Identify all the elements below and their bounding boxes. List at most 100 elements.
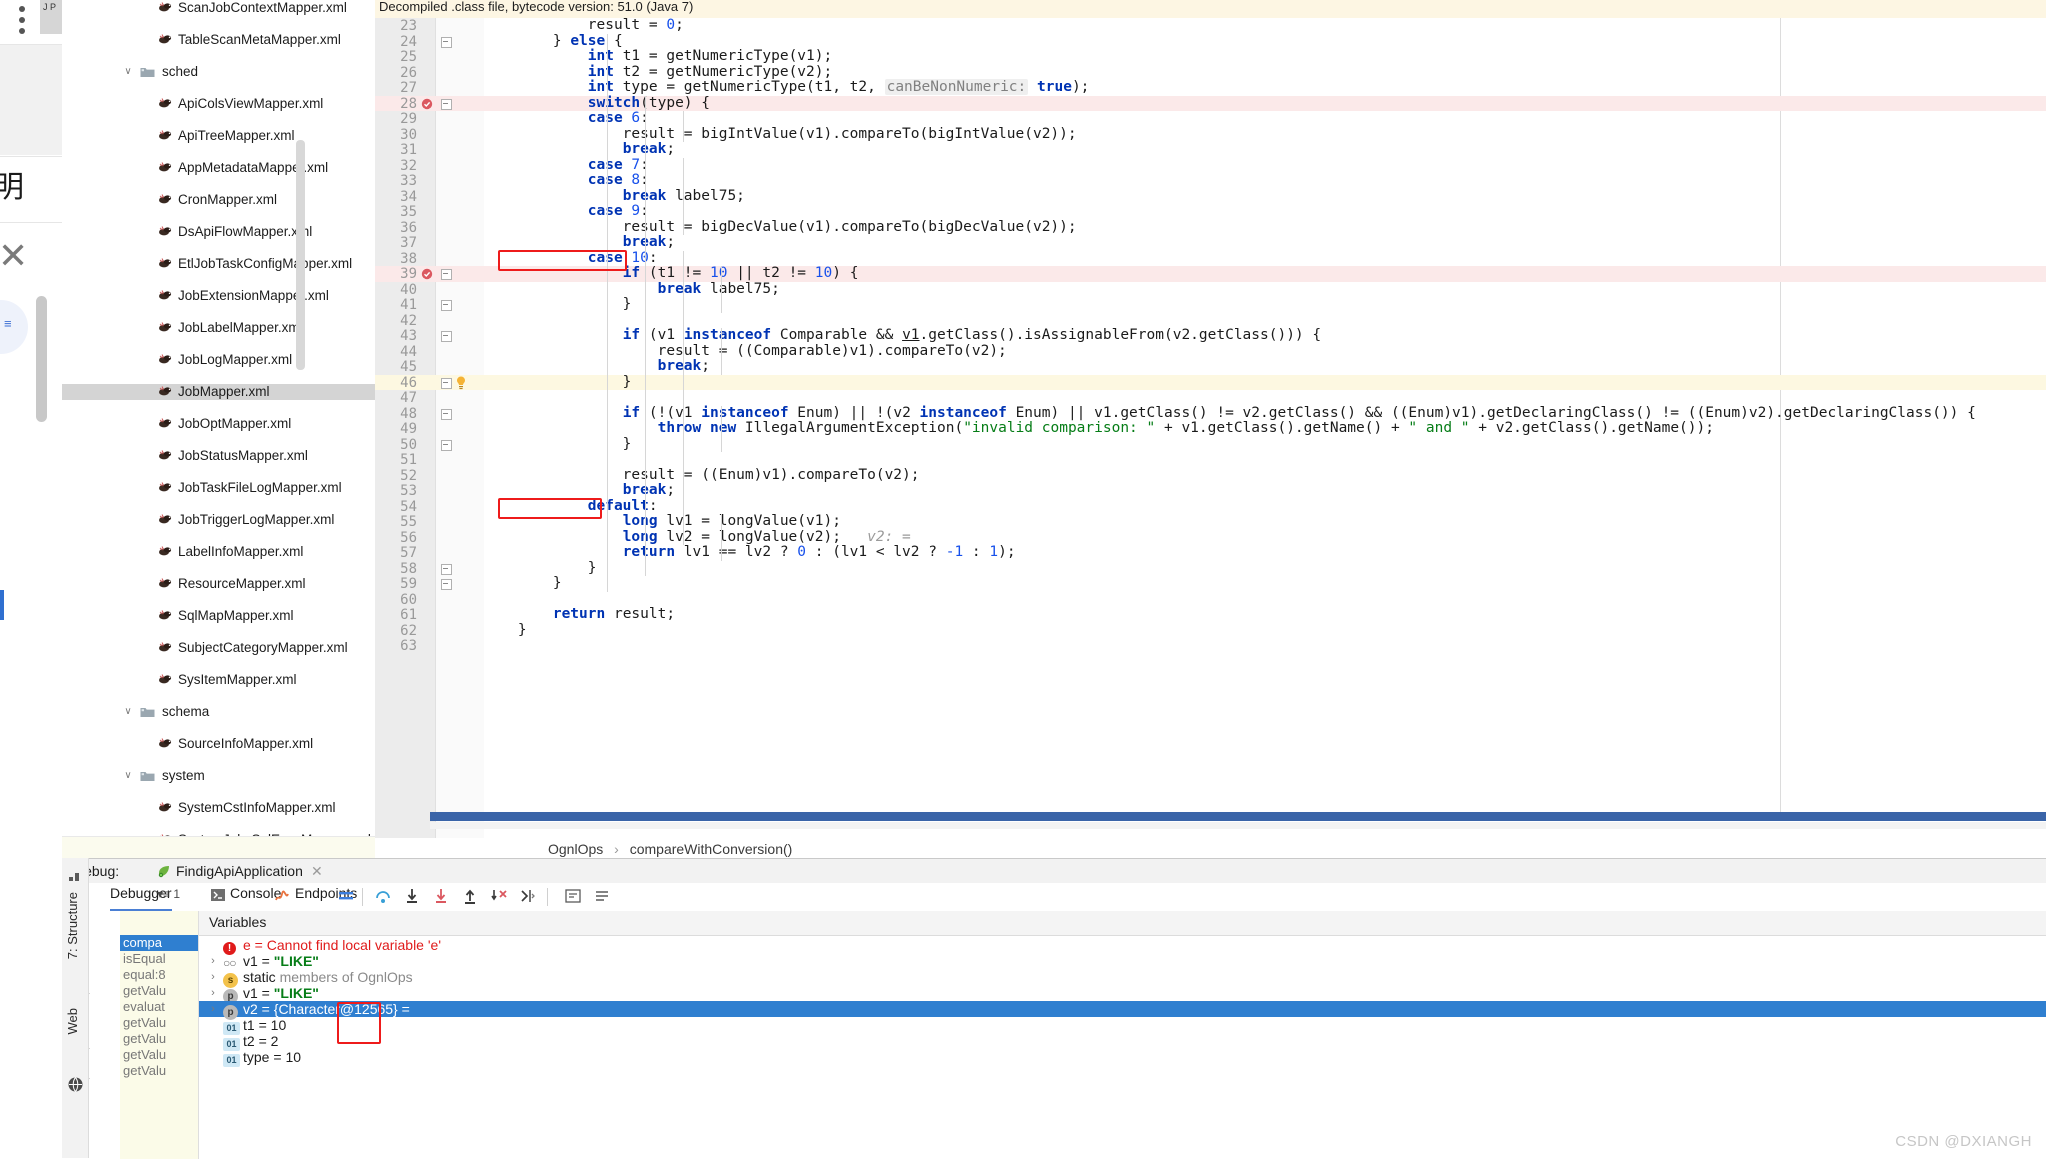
chevron-right-icon[interactable]: › <box>207 953 219 969</box>
code-line-text[interactable]: if (!(v1 instanceof Enum) || !(v2 instan… <box>483 405 1976 422</box>
chevron-down-icon[interactable]: ∨ <box>122 768 134 784</box>
code-line-text[interactable]: result = ((Enum)v1).compareTo(v2); <box>483 467 920 484</box>
code-line-text[interactable]: result = bigIntValue(v1).compareTo(bigIn… <box>483 126 1077 143</box>
chevron-right-icon[interactable]: › <box>207 969 219 985</box>
variables-panel[interactable]: Variables ! e = Cannot find local variabl… <box>199 911 2046 1159</box>
stack-frame-item[interactable]: evaluat <box>120 999 198 1015</box>
tree-item-folder[interactable]: ∨ sched <box>62 64 375 80</box>
project-tree[interactable]: ScanJobContextMapper.xml TableScanMetaMap… <box>62 0 375 858</box>
stack-frame-item[interactable]: isEqual <box>120 951 198 967</box>
code-line-text[interactable]: } <box>483 436 632 453</box>
code-line-text[interactable]: result = 0; <box>483 17 684 34</box>
left-tool-stripe[interactable]: 7: Structure Web <box>62 858 89 1158</box>
chevron-down-icon[interactable]: ∨ <box>122 64 134 80</box>
tree-item-file[interactable]: SystemCstInfoMapper.xml <box>62 800 375 816</box>
breadcrumb-class[interactable]: OgnlOps <box>548 841 603 857</box>
variable-row[interactable]: › ○○ v1 = "LIKE" <box>199 953 2046 970</box>
code-fold-toggle-icon[interactable] <box>441 269 452 280</box>
frames-thread-selector[interactable]: ▾≡ 1 <box>157 887 180 901</box>
code-line-text[interactable]: long lv2 = longValue(v2); v2: = <box>483 529 911 546</box>
code-fold-toggle-icon[interactable] <box>441 331 452 342</box>
code-line-text[interactable]: result = bigDecValue(v1).compareTo(bigDe… <box>483 219 1077 236</box>
breakpoint-icon[interactable] <box>421 98 433 110</box>
tree-item-file[interactable]: ResourceMapper.xml <box>62 576 375 592</box>
code-line-text[interactable]: } <box>483 575 562 592</box>
breakpoint-icon[interactable] <box>421 268 433 280</box>
code-fold-toggle-icon[interactable] <box>441 98 452 110</box>
code-line-text[interactable]: } <box>483 560 597 577</box>
code-line-text[interactable]: case 8: <box>483 172 649 189</box>
tool-window-web[interactable]: Web <box>65 1008 80 1035</box>
tool-window-structure[interactable]: 7: Structure <box>65 892 80 959</box>
tree-item-file[interactable]: AppMetadataMapper.xml <box>62 160 375 176</box>
force-step-into-icon[interactable] <box>432 887 450 905</box>
tree-item-file[interactable]: TableScanMetaMapper.xml <box>62 32 375 48</box>
code-editor[interactable]: Decompiled .class file, bytecode version… <box>375 0 2046 838</box>
code-line-text[interactable]: break label75; <box>483 281 780 298</box>
tree-item-file[interactable]: CronMapper.xml <box>62 192 375 208</box>
code-line-text[interactable]: } <box>483 374 632 391</box>
frames-list[interactable]: compa isEqual equal:8 getValu evaluat getValu… <box>120 911 199 1159</box>
code-line-text[interactable]: break; <box>483 358 710 375</box>
stack-frame-item[interactable]: getValu <box>120 1063 198 1079</box>
tree-item-file[interactable]: ScanJobContextMapper.xml <box>62 0 375 16</box>
stack-frame-item[interactable]: getValu <box>120 1047 198 1063</box>
tree-item-file[interactable]: JobExtensionMapper.xml <box>62 288 375 304</box>
code-line-text[interactable]: case 6: <box>483 110 649 127</box>
tree-item-file[interactable]: JobMapper.xml <box>62 384 375 400</box>
scrollbar-thumb[interactable] <box>36 296 47 422</box>
close-icon[interactable]: ✕ <box>0 238 28 274</box>
variable-row[interactable]: › p v1 = "LIKE" <box>199 985 2046 1004</box>
tab-variables[interactable]: Variables <box>209 914 266 930</box>
tree-item-file[interactable]: JobLogMapper.xml <box>62 352 375 368</box>
tree-item-file[interactable]: JobTaskFileLogMapper.xml <box>62 480 375 496</box>
drop-frame-icon[interactable] <box>490 887 508 905</box>
breadcrumb-method[interactable]: compareWithConversion() <box>630 841 793 857</box>
code-line-text[interactable]: case 9: <box>483 203 649 220</box>
variable-row[interactable]: 01 t2 = 2 <box>199 1033 2046 1051</box>
step-out-icon[interactable] <box>461 887 479 905</box>
code-line-text[interactable]: switch(type) { <box>483 95 710 112</box>
variable-row[interactable]: › s static members of OgnlOps <box>199 969 2046 988</box>
code-fold-toggle-icon[interactable] <box>441 563 452 575</box>
stack-frame-item[interactable]: getValu <box>120 1015 198 1031</box>
tree-item-file[interactable]: JobOptMapper.xml <box>62 416 375 432</box>
code-line-text[interactable]: result = ((Comparable)v1).compareTo(v2); <box>483 343 1007 360</box>
settings-icon[interactable] <box>593 887 611 905</box>
variable-row[interactable]: 01 type = 10 <box>199 1049 2046 1067</box>
code-fold-toggle-icon[interactable] <box>441 300 452 311</box>
editor-tab-chip[interactable]: J P <box>40 0 62 34</box>
code-line-text[interactable]: break label75; <box>483 188 745 205</box>
stack-frame-item[interactable]: compa <box>120 935 198 951</box>
tree-item-file[interactable]: JobTriggerLogMapper.xml <box>62 512 375 528</box>
tree-item-file[interactable]: EtlJobTaskConfigMapper.xml <box>62 256 375 272</box>
variable-row[interactable]: 01 t1 = 10 <box>199 1017 2046 1035</box>
tree-scrollbar-thumb[interactable] <box>296 140 305 370</box>
stack-frame-item[interactable]: getValu <box>120 1031 198 1047</box>
code-fold-toggle-icon[interactable] <box>441 377 452 389</box>
tree-item-file[interactable]: DsApiFlowMapper.xml <box>62 224 375 240</box>
tree-item-file[interactable]: LabelInfoMapper.xml <box>62 544 375 560</box>
chevron-right-icon[interactable]: › <box>207 985 219 1001</box>
code-fold-toggle-icon[interactable] <box>441 36 452 48</box>
code-line-text[interactable]: int t2 = getNumericType(v2); <box>483 64 832 81</box>
code-fold-toggle-icon[interactable] <box>441 579 452 590</box>
code-line-text[interactable]: } else { <box>483 33 623 50</box>
code-line-text[interactable]: return result; <box>483 606 675 623</box>
code-line-text[interactable]: throw new IllegalArgumentException("inva… <box>483 420 1714 437</box>
code-fold-toggle-icon[interactable] <box>441 439 452 451</box>
run-to-cursor-icon[interactable] <box>519 887 537 905</box>
tree-item-folder[interactable]: ∨ system <box>62 768 375 784</box>
code-line-text[interactable]: return lv1 == lv2 ? 0 : (lv1 < lv2 ? -1 … <box>483 544 1016 561</box>
code-line-text[interactable]: int type = getNumericType(t1, t2, canBeN… <box>483 79 1089 96</box>
tree-item-file[interactable]: SqlMapMapper.xml <box>62 608 375 624</box>
debug-toolbar[interactable]: Debugger Console Endpoints <box>62 883 2046 912</box>
tree-item-file[interactable]: SourceInfoMapper.xml <box>62 736 375 752</box>
evaluate-icon[interactable] <box>564 887 582 905</box>
code-line-text[interactable]: case 7: <box>483 157 649 174</box>
code-line-text[interactable]: } <box>483 622 527 639</box>
left-strip-badge[interactable]: ≡ <box>0 300 28 354</box>
chevron-right-icon[interactable]: › <box>207 1001 219 1017</box>
tree-item-folder[interactable]: ∨ schema <box>62 704 375 720</box>
code-line-text[interactable]: break; <box>483 482 675 499</box>
